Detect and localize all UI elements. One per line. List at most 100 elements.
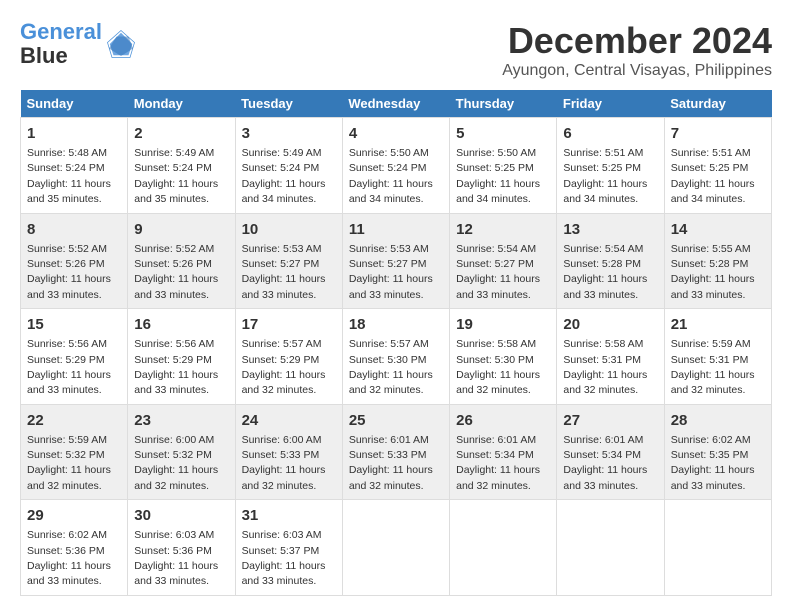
- day-info: Sunrise: 6:01 AMSunset: 5:33 PMDaylight:…: [349, 434, 433, 492]
- day-info: Sunrise: 5:58 AMSunset: 5:31 PMDaylight:…: [563, 338, 647, 396]
- day-info: Sunrise: 5:57 AMSunset: 5:30 PMDaylight:…: [349, 338, 433, 396]
- calendar-cell: 12 Sunrise: 5:54 AMSunset: 5:27 PMDayligh…: [450, 213, 557, 309]
- day-number: 22: [27, 410, 121, 431]
- calendar-cell: 17Sunrise: 5:57 AMSunset: 5:29 PMDayligh…: [235, 309, 342, 405]
- day-number: 10: [242, 219, 336, 240]
- day-number: 8: [27, 219, 121, 240]
- calendar-cell: 2 Sunrise: 5:49 AMSunset: 5:24 PMDaylight…: [128, 118, 235, 214]
- calendar-row-5: 29Sunrise: 6:02 AMSunset: 5:36 PMDayligh…: [21, 500, 772, 596]
- day-info: Sunrise: 6:00 AMSunset: 5:32 PMDaylight:…: [134, 434, 218, 492]
- weekday-header-row: SundayMondayTuesdayWednesdayThursdayFrid…: [21, 90, 772, 118]
- calendar-cell: 25 Sunrise: 6:01 AMSunset: 5:33 PMDayligh…: [342, 404, 449, 500]
- day-info: Sunrise: 5:50 AMSunset: 5:25 PMDaylight:…: [456, 147, 540, 205]
- calendar-cell: 15 Sunrise: 5:56 AMSunset: 5:29 PMDayligh…: [21, 309, 128, 405]
- page-header: GeneralBlue December 2024 Ayungon, Centr…: [20, 20, 772, 80]
- day-info: Sunrise: 5:58 AMSunset: 5:30 PMDaylight:…: [456, 338, 540, 396]
- day-number: 26: [456, 410, 550, 431]
- day-number: 11: [349, 219, 443, 240]
- logo-text: GeneralBlue: [20, 20, 102, 68]
- day-info: Sunrise: 6:00 AMSunset: 5:33 PMDaylight:…: [242, 434, 326, 492]
- day-number: 19: [456, 314, 550, 335]
- day-number: 20: [563, 314, 657, 335]
- calendar-cell: 7 Sunrise: 5:51 AMSunset: 5:25 PMDaylight…: [664, 118, 771, 214]
- calendar-table: SundayMondayTuesdayWednesdayThursdayFrid…: [20, 90, 772, 596]
- calendar-cell: [450, 500, 557, 596]
- day-number: 25: [349, 410, 443, 431]
- title-block: December 2024 Ayungon, Central Visayas, …: [502, 20, 772, 80]
- calendar-cell: 27Sunrise: 6:01 AMSunset: 5:34 PMDayligh…: [557, 404, 664, 500]
- calendar-cell: 14Sunrise: 5:55 AMSunset: 5:28 PMDayligh…: [664, 213, 771, 309]
- day-number: 5: [456, 123, 550, 144]
- day-number: 7: [671, 123, 765, 144]
- calendar-cell: 29Sunrise: 6:02 AMSunset: 5:36 PMDayligh…: [21, 500, 128, 596]
- day-info: Sunrise: 5:53 AMSunset: 5:27 PMDaylight:…: [242, 243, 326, 301]
- day-info: Sunrise: 5:49 AMSunset: 5:24 PMDaylight:…: [242, 147, 326, 205]
- day-info: Sunrise: 5:53 AMSunset: 5:27 PMDaylight:…: [349, 243, 433, 301]
- calendar-cell: 4 Sunrise: 5:50 AMSunset: 5:24 PMDaylight…: [342, 118, 449, 214]
- weekday-header-saturday: Saturday: [664, 90, 771, 118]
- calendar-cell: 19 Sunrise: 5:58 AMSunset: 5:30 PMDayligh…: [450, 309, 557, 405]
- calendar-cell: 13 Sunrise: 5:54 AMSunset: 5:28 PMDayligh…: [557, 213, 664, 309]
- calendar-cell: 8 Sunrise: 5:52 AMSunset: 5:26 PMDaylight…: [21, 213, 128, 309]
- calendar-cell: 11 Sunrise: 5:53 AMSunset: 5:27 PMDayligh…: [342, 213, 449, 309]
- calendar-cell: [557, 500, 664, 596]
- day-number: 27: [563, 410, 657, 431]
- day-number: 12: [456, 219, 550, 240]
- calendar-cell: 30 Sunrise: 6:03 AMSunset: 5:36 PMDayligh…: [128, 500, 235, 596]
- day-info: Sunrise: 5:54 AMSunset: 5:27 PMDaylight:…: [456, 243, 540, 301]
- day-info: Sunrise: 6:03 AMSunset: 5:36 PMDaylight:…: [134, 529, 218, 587]
- day-info: Sunrise: 5:52 AMSunset: 5:26 PMDaylight:…: [27, 243, 111, 301]
- calendar-cell: 23 Sunrise: 6:00 AMSunset: 5:32 PMDayligh…: [128, 404, 235, 500]
- calendar-cell: 6Sunrise: 5:51 AMSunset: 5:25 PMDaylight…: [557, 118, 664, 214]
- day-info: Sunrise: 6:01 AMSunset: 5:34 PMDaylight:…: [456, 434, 540, 492]
- calendar-cell: 1Sunrise: 5:48 AMSunset: 5:24 PMDaylight…: [21, 118, 128, 214]
- day-number: 3: [242, 123, 336, 144]
- weekday-header-thursday: Thursday: [450, 90, 557, 118]
- calendar-cell: 28Sunrise: 6:02 AMSunset: 5:35 PMDayligh…: [664, 404, 771, 500]
- day-info: Sunrise: 5:54 AMSunset: 5:28 PMDaylight:…: [563, 243, 647, 301]
- day-number: 28: [671, 410, 765, 431]
- month-title: December 2024: [502, 20, 772, 62]
- calendar-row-4: 22 Sunrise: 5:59 AMSunset: 5:32 PMDayligh…: [21, 404, 772, 500]
- day-number: 31: [242, 505, 336, 526]
- weekday-header-sunday: Sunday: [21, 90, 128, 118]
- day-info: Sunrise: 5:51 AMSunset: 5:25 PMDaylight:…: [563, 147, 647, 205]
- calendar-cell: [342, 500, 449, 596]
- day-number: 30: [134, 505, 228, 526]
- calendar-cell: 20 Sunrise: 5:58 AMSunset: 5:31 PMDayligh…: [557, 309, 664, 405]
- day-number: 1: [27, 123, 121, 144]
- weekday-header-monday: Monday: [128, 90, 235, 118]
- calendar-cell: 18 Sunrise: 5:57 AMSunset: 5:30 PMDayligh…: [342, 309, 449, 405]
- calendar-cell: 21Sunrise: 5:59 AMSunset: 5:31 PMDayligh…: [664, 309, 771, 405]
- day-info: Sunrise: 6:02 AMSunset: 5:36 PMDaylight:…: [27, 529, 111, 587]
- day-info: Sunrise: 5:57 AMSunset: 5:29 PMDaylight:…: [242, 338, 326, 396]
- day-info: Sunrise: 5:56 AMSunset: 5:29 PMDaylight:…: [27, 338, 111, 396]
- day-number: 16: [134, 314, 228, 335]
- calendar-cell: 24Sunrise: 6:00 AMSunset: 5:33 PMDayligh…: [235, 404, 342, 500]
- day-info: Sunrise: 6:03 AMSunset: 5:37 PMDaylight:…: [242, 529, 326, 587]
- day-number: 18: [349, 314, 443, 335]
- weekday-header-tuesday: Tuesday: [235, 90, 342, 118]
- day-info: Sunrise: 5:51 AMSunset: 5:25 PMDaylight:…: [671, 147, 755, 205]
- day-info: Sunrise: 5:49 AMSunset: 5:24 PMDaylight:…: [134, 147, 218, 205]
- day-number: 4: [349, 123, 443, 144]
- calendar-cell: 10 Sunrise: 5:53 AMSunset: 5:27 PMDayligh…: [235, 213, 342, 309]
- day-info: Sunrise: 5:50 AMSunset: 5:24 PMDaylight:…: [349, 147, 433, 205]
- day-info: Sunrise: 5:56 AMSunset: 5:29 PMDaylight:…: [134, 338, 218, 396]
- day-number: 15: [27, 314, 121, 335]
- logo-icon: [106, 29, 136, 59]
- day-number: 2: [134, 123, 228, 144]
- day-number: 23: [134, 410, 228, 431]
- calendar-cell: 31 Sunrise: 6:03 AMSunset: 5:37 PMDayligh…: [235, 500, 342, 596]
- calendar-cell: 22 Sunrise: 5:59 AMSunset: 5:32 PMDayligh…: [21, 404, 128, 500]
- calendar-row-2: 8 Sunrise: 5:52 AMSunset: 5:26 PMDaylight…: [21, 213, 772, 309]
- logo: GeneralBlue: [20, 20, 136, 68]
- day-info: Sunrise: 5:59 AMSunset: 5:31 PMDaylight:…: [671, 338, 755, 396]
- calendar-row-1: 1Sunrise: 5:48 AMSunset: 5:24 PMDaylight…: [21, 118, 772, 214]
- day-number: 9: [134, 219, 228, 240]
- day-number: 13: [563, 219, 657, 240]
- weekday-header-wednesday: Wednesday: [342, 90, 449, 118]
- calendar-cell: 3 Sunrise: 5:49 AMSunset: 5:24 PMDaylight…: [235, 118, 342, 214]
- day-number: 14: [671, 219, 765, 240]
- day-info: Sunrise: 5:59 AMSunset: 5:32 PMDaylight:…: [27, 434, 111, 492]
